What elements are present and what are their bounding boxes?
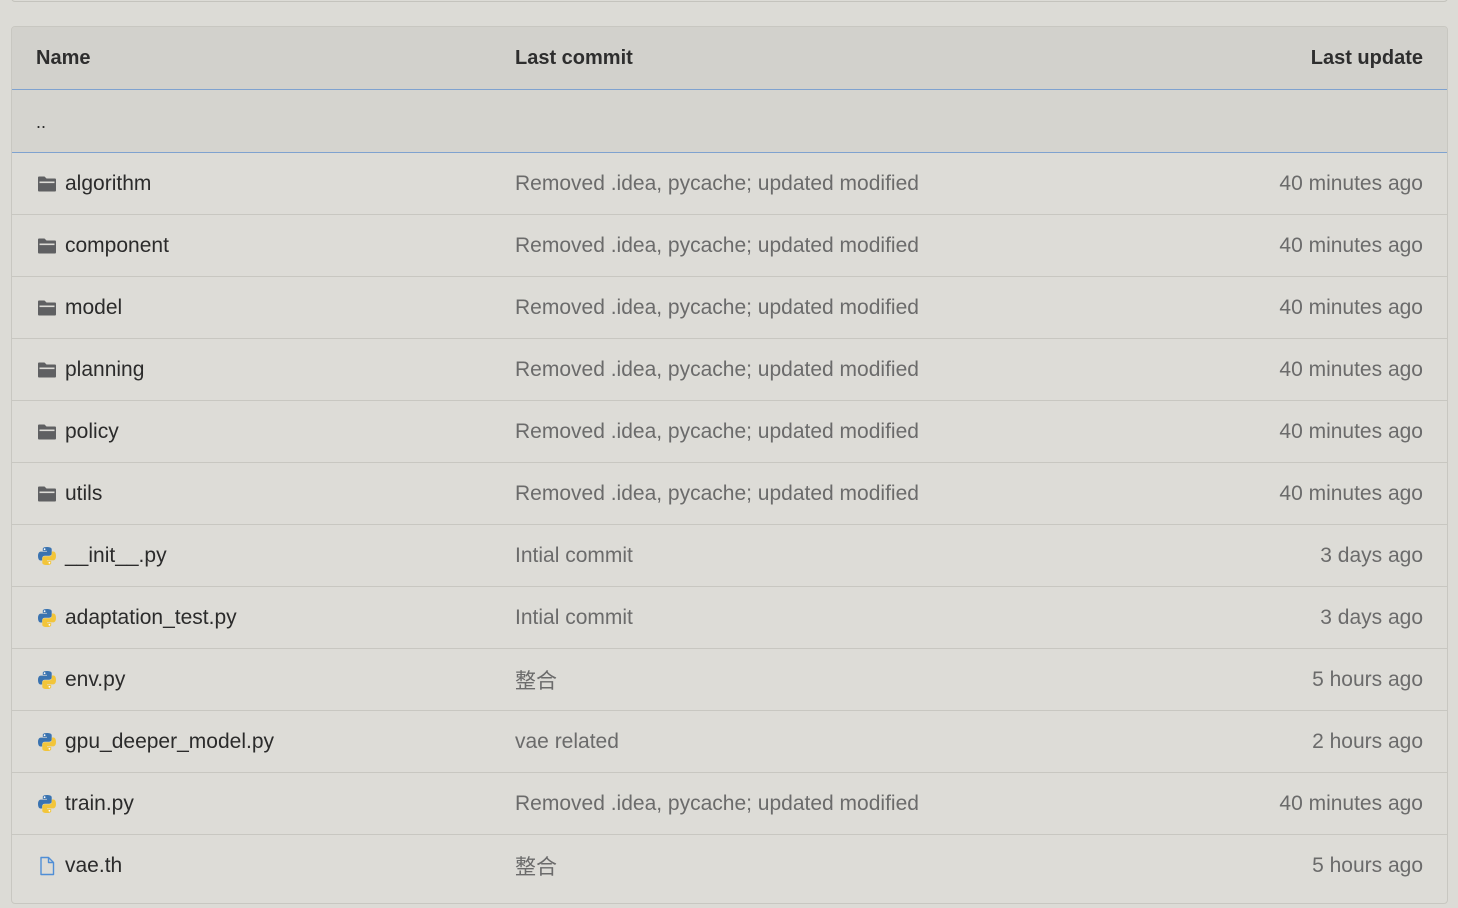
file-tree-table: Name Last commit Last update .. algorith…: [11, 26, 1448, 904]
python-file-icon: [36, 607, 58, 629]
last-commit-message-link[interactable]: Intial commit: [515, 587, 633, 648]
table-row[interactable]: __init__.py Intial commit 3 days ago: [12, 525, 1447, 587]
column-header-last-update: Last update: [1310, 46, 1423, 69]
folder-icon: [36, 359, 58, 381]
table-row[interactable]: env.py 整合 5 hours ago: [12, 649, 1447, 711]
file-name-link[interactable]: train.py: [65, 792, 134, 816]
file-name-cell[interactable]: algorithm: [36, 153, 151, 214]
python-file-icon: [36, 545, 58, 567]
last-commit-message-link[interactable]: Removed .idea, pycache; updated modified: [515, 153, 919, 214]
last-commit-message-link[interactable]: 整合: [515, 649, 557, 710]
file-name-link[interactable]: env.py: [65, 668, 125, 692]
file-name-link[interactable]: utils: [65, 482, 102, 506]
file-icon: [36, 855, 58, 877]
file-rows: algorithm Removed .idea, pycache; updated…: [12, 153, 1447, 897]
file-name-link[interactable]: component: [65, 234, 169, 258]
last-commit-message-link[interactable]: Removed .idea, pycache; updated modified: [515, 463, 919, 524]
last-commit-message-link[interactable]: Removed .idea, pycache; updated modified: [515, 401, 919, 462]
python-file-icon: [36, 793, 58, 815]
file-name-cell[interactable]: component: [36, 215, 169, 276]
last-update-time: 3 days ago: [1320, 543, 1423, 567]
table-row[interactable]: utils Removed .idea, pycache; updated mod…: [12, 463, 1447, 525]
file-name-link[interactable]: vae.th: [65, 854, 122, 878]
table-header: Name Last commit Last update: [12, 27, 1447, 90]
previous-panel-edge: [11, 0, 1448, 2]
folder-icon: [36, 297, 58, 319]
last-update-time: 40 minutes ago: [1279, 171, 1423, 195]
file-name-link[interactable]: adaptation_test.py: [65, 606, 237, 630]
table-row[interactable]: component Removed .idea, pycache; updated…: [12, 215, 1447, 277]
table-row[interactable]: vae.th 整合 5 hours ago: [12, 835, 1447, 897]
file-name-cell[interactable]: vae.th: [36, 835, 122, 897]
last-commit-message-link[interactable]: Removed .idea, pycache; updated modified: [515, 215, 919, 276]
folder-icon: [36, 483, 58, 505]
folder-icon: [36, 173, 58, 195]
last-update-time: 2 hours ago: [1312, 729, 1423, 753]
parent-directory-link[interactable]: ..: [36, 112, 46, 133]
file-name-cell[interactable]: train.py: [36, 773, 134, 834]
last-commit-message-link[interactable]: 整合: [515, 835, 557, 897]
file-name-cell[interactable]: utils: [36, 463, 102, 524]
python-file-icon: [36, 731, 58, 753]
last-update-time: 5 hours ago: [1312, 667, 1423, 691]
python-file-icon: [36, 669, 58, 691]
file-name-link[interactable]: gpu_deeper_model.py: [65, 730, 274, 754]
last-commit-message-link[interactable]: vae related: [515, 711, 619, 772]
column-header-name: Name: [36, 46, 91, 69]
file-name-cell[interactable]: gpu_deeper_model.py: [36, 711, 274, 772]
file-name-cell[interactable]: model: [36, 277, 122, 338]
column-header-last-commit: Last commit: [515, 46, 633, 69]
file-name-link[interactable]: model: [65, 296, 122, 320]
table-row[interactable]: train.py Removed .idea, pycache; updated …: [12, 773, 1447, 835]
table-row[interactable]: policy Removed .idea, pycache; updated mo…: [12, 401, 1447, 463]
last-commit-message-link[interactable]: Removed .idea, pycache; updated modified: [515, 339, 919, 400]
folder-icon: [36, 235, 58, 257]
file-name-cell[interactable]: adaptation_test.py: [36, 587, 237, 648]
file-name-link[interactable]: policy: [65, 420, 119, 444]
last-commit-message-link[interactable]: Intial commit: [515, 525, 633, 586]
table-row[interactable]: planning Removed .idea, pycache; updated …: [12, 339, 1447, 401]
file-name-cell[interactable]: __init__.py: [36, 525, 167, 586]
table-row[interactable]: model Removed .idea, pycache; updated mod…: [12, 277, 1447, 339]
file-name-cell[interactable]: env.py: [36, 649, 125, 710]
last-update-time: 40 minutes ago: [1279, 791, 1423, 815]
last-update-time: 3 days ago: [1320, 605, 1423, 629]
last-update-time: 40 minutes ago: [1279, 233, 1423, 257]
last-update-time: 40 minutes ago: [1279, 419, 1423, 443]
file-name-cell[interactable]: policy: [36, 401, 119, 462]
file-name-link[interactable]: algorithm: [65, 172, 151, 196]
last-update-time: 40 minutes ago: [1279, 481, 1423, 505]
last-commit-message-link[interactable]: Removed .idea, pycache; updated modified: [515, 277, 919, 338]
last-update-time: 40 minutes ago: [1279, 357, 1423, 381]
last-update-time: 5 hours ago: [1312, 854, 1423, 877]
table-row[interactable]: algorithm Removed .idea, pycache; updated…: [12, 153, 1447, 215]
last-update-time: 40 minutes ago: [1279, 295, 1423, 319]
folder-icon: [36, 421, 58, 443]
table-row[interactable]: gpu_deeper_model.py vae related 2 hours ag…: [12, 711, 1447, 773]
table-row[interactable]: adaptation_test.py Intial commit 3 days ag…: [12, 587, 1447, 649]
parent-directory-row[interactable]: ..: [12, 90, 1447, 153]
file-name-link[interactable]: planning: [65, 358, 144, 382]
file-name-cell[interactable]: planning: [36, 339, 144, 400]
last-commit-message-link[interactable]: Removed .idea, pycache; updated modified: [515, 773, 919, 834]
file-name-link[interactable]: __init__.py: [65, 544, 167, 568]
